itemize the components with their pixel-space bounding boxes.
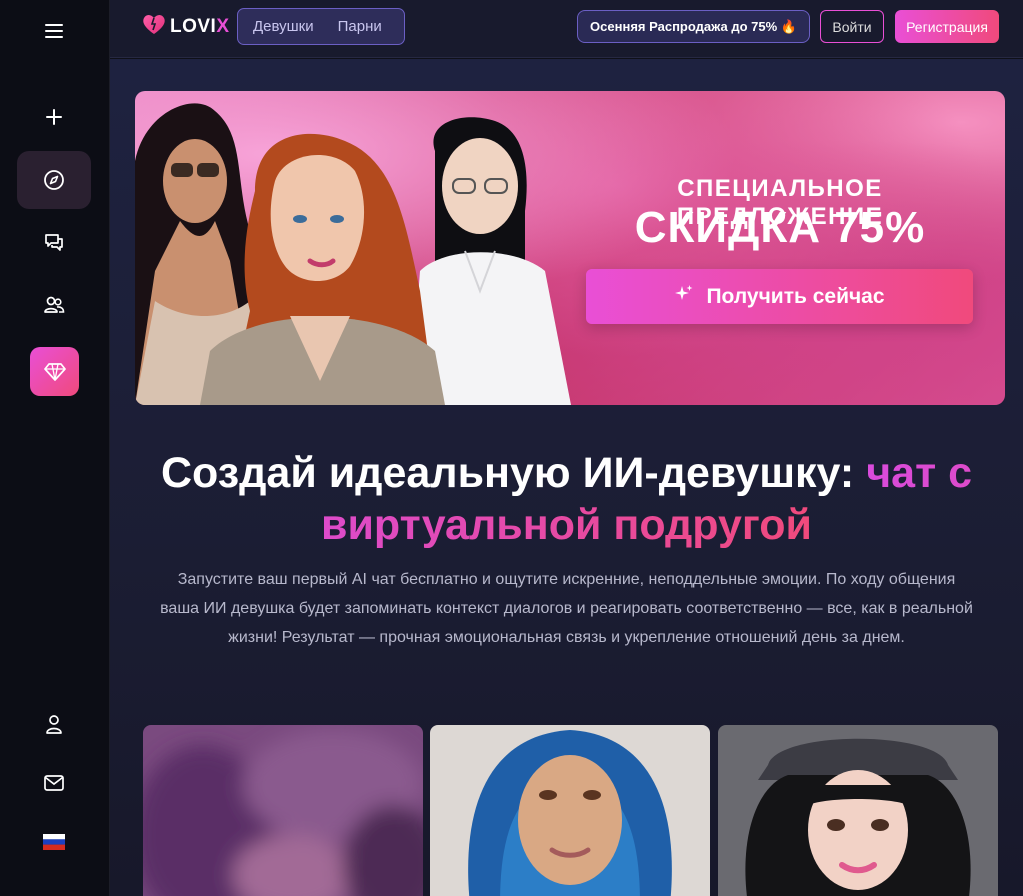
- main-content: СПЕЦИАЛЬНОЕ ПРЕДЛОЖЕНИЕ СКИДКА 75% Получ…: [110, 59, 1023, 896]
- top-bar: LOVIX Девушки Парни Осенняя Распродажа д…: [110, 0, 1023, 58]
- page-description: Запустите ваш первый AI чат бесплатно и …: [160, 571, 973, 646]
- character-card[interactable]: [143, 725, 423, 896]
- premium-button[interactable]: [30, 347, 79, 396]
- chat-icon: [43, 231, 65, 253]
- chats-button[interactable]: [17, 213, 91, 271]
- sidebar: [0, 0, 110, 896]
- title-white: Создай идеальную ИИ-девушку:: [161, 449, 867, 497]
- login-button[interactable]: Войти: [820, 10, 884, 43]
- diamond-icon: [43, 362, 66, 382]
- character-image-blurred: [143, 725, 423, 896]
- sale-badge[interactable]: Осенняя Распродажа до 75% 🔥: [577, 10, 810, 43]
- gender-switch: Девушки Парни: [237, 8, 405, 45]
- compass-icon: [43, 169, 65, 191]
- banner-discount: СКИДКА 75%: [634, 203, 926, 252]
- explore-button[interactable]: [17, 151, 91, 209]
- promo-banner[interactable]: СПЕЦИАЛЬНОЕ ПРЕДЛОЖЕНИЕ СКИДКА 75% Получ…: [135, 91, 1005, 405]
- character-card[interactable]: [718, 725, 998, 896]
- heart-logo-icon: [142, 13, 166, 41]
- menu-icon: [44, 23, 64, 39]
- logo-text: LOVIX: [170, 16, 230, 37]
- banner-image: [135, 91, 571, 405]
- logo[interactable]: LOVIX: [142, 14, 230, 40]
- mail-button[interactable]: [17, 754, 91, 812]
- create-button[interactable]: [17, 88, 91, 146]
- characters-button[interactable]: [17, 276, 91, 334]
- users-icon: [43, 294, 65, 316]
- profile-button[interactable]: [17, 695, 91, 753]
- sparkles-icon: [674, 284, 694, 310]
- menu-button[interactable]: [17, 2, 91, 60]
- page-title: Создай идеальную ИИ-девушку: чат с вирту…: [130, 447, 1003, 551]
- register-button[interactable]: Регистрация: [895, 10, 999, 43]
- character-card[interactable]: [430, 725, 710, 896]
- user-icon: [44, 713, 64, 735]
- tab-girls[interactable]: Девушки: [253, 18, 314, 35]
- get-now-label: Получить сейчас: [706, 284, 885, 308]
- russian-flag-icon: [43, 834, 65, 850]
- character-image: [430, 725, 710, 896]
- character-image: [718, 725, 998, 896]
- get-now-button[interactable]: Получить сейчас: [586, 269, 973, 324]
- mail-icon: [43, 774, 65, 792]
- tab-guys[interactable]: Парни: [338, 18, 382, 35]
- plus-icon: [45, 108, 63, 126]
- language-button[interactable]: [17, 813, 91, 871]
